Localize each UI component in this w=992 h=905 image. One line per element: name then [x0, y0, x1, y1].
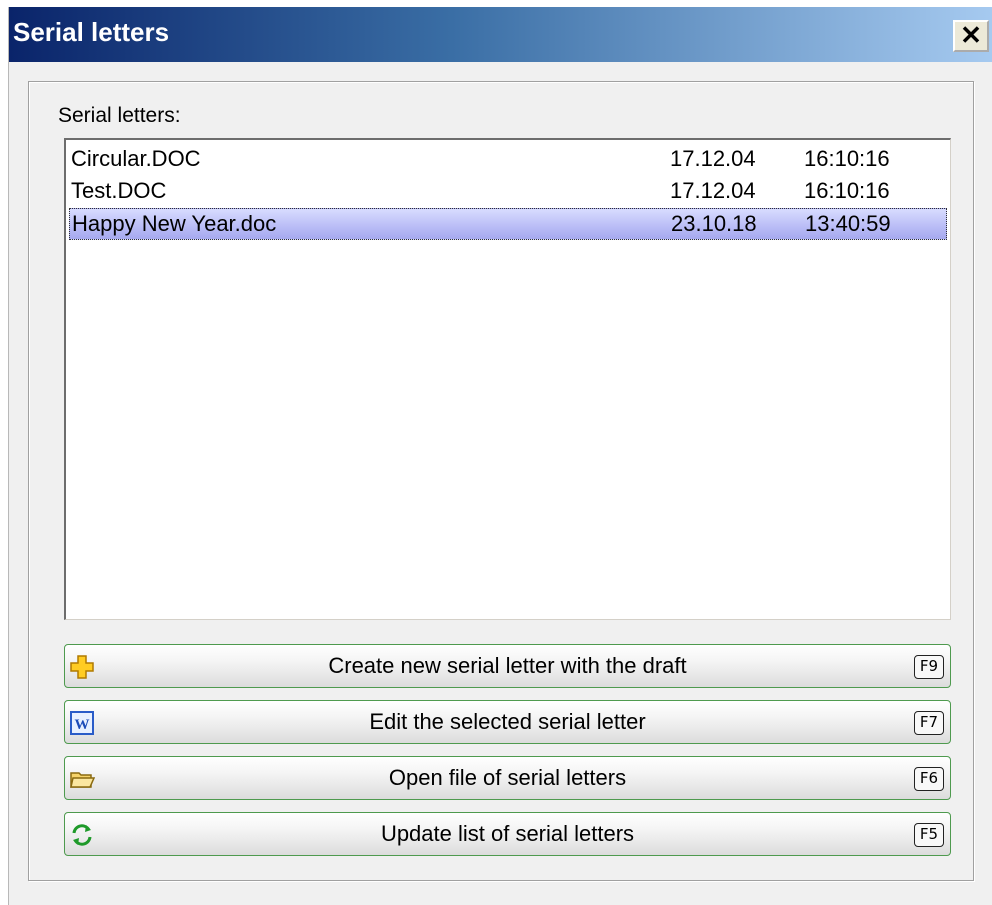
letter-date: 17.12.04: [670, 146, 756, 171]
shortcut-key-badge: F9: [914, 655, 944, 679]
shortcut-key-badge: F7: [914, 711, 944, 735]
letter-time: 13:40:59: [805, 211, 891, 236]
edit-serial-letter-button[interactable]: W Edit the selected serial letter F7: [64, 700, 951, 744]
close-button[interactable]: ✕: [953, 20, 989, 52]
letter-time: 16:10:16: [804, 178, 890, 203]
shortcut-key-badge: F6: [914, 767, 944, 791]
create-serial-letter-button[interactable]: Create new serial letter with the draft …: [64, 644, 951, 688]
letter-date: 23.10.18: [671, 211, 757, 236]
button-label: Update list of serial letters: [380, 821, 635, 846]
button-label: Create new serial letter with the draft: [328, 653, 687, 678]
letter-name: Test.DOC: [71, 178, 167, 203]
button-label: Open file of serial letters: [388, 765, 627, 790]
letter-time: 16:10:16: [804, 146, 890, 171]
serial-letters-label: Serial letters:: [58, 104, 181, 127]
update-list-button[interactable]: Update list of serial letters F5: [64, 812, 951, 856]
letter-name: Happy New Year.doc: [72, 211, 277, 236]
title-bar[interactable]: Serial letters ✕: [9, 7, 992, 62]
button-label: Edit the selected serial letter: [369, 709, 646, 734]
list-item[interactable]: Circular.DOC 17.12.04 16:10:16: [69, 144, 947, 176]
window-title: Serial letters: [13, 17, 170, 47]
letter-name: Circular.DOC: [71, 146, 201, 171]
close-icon: ✕: [960, 20, 982, 50]
list-item[interactable]: Test.DOC 17.12.04 16:10:16: [69, 176, 947, 208]
serial-letters-list[interactable]: Circular.DOC 17.12.04 16:10:16 Test.DOC …: [64, 138, 951, 620]
shortcut-key-badge: F5: [914, 823, 944, 847]
letter-date: 17.12.04: [670, 178, 756, 203]
list-item-selected[interactable]: Happy New Year.doc 23.10.18 13:40:59: [69, 208, 947, 240]
open-file-button[interactable]: Open file of serial letters F6: [64, 756, 951, 800]
